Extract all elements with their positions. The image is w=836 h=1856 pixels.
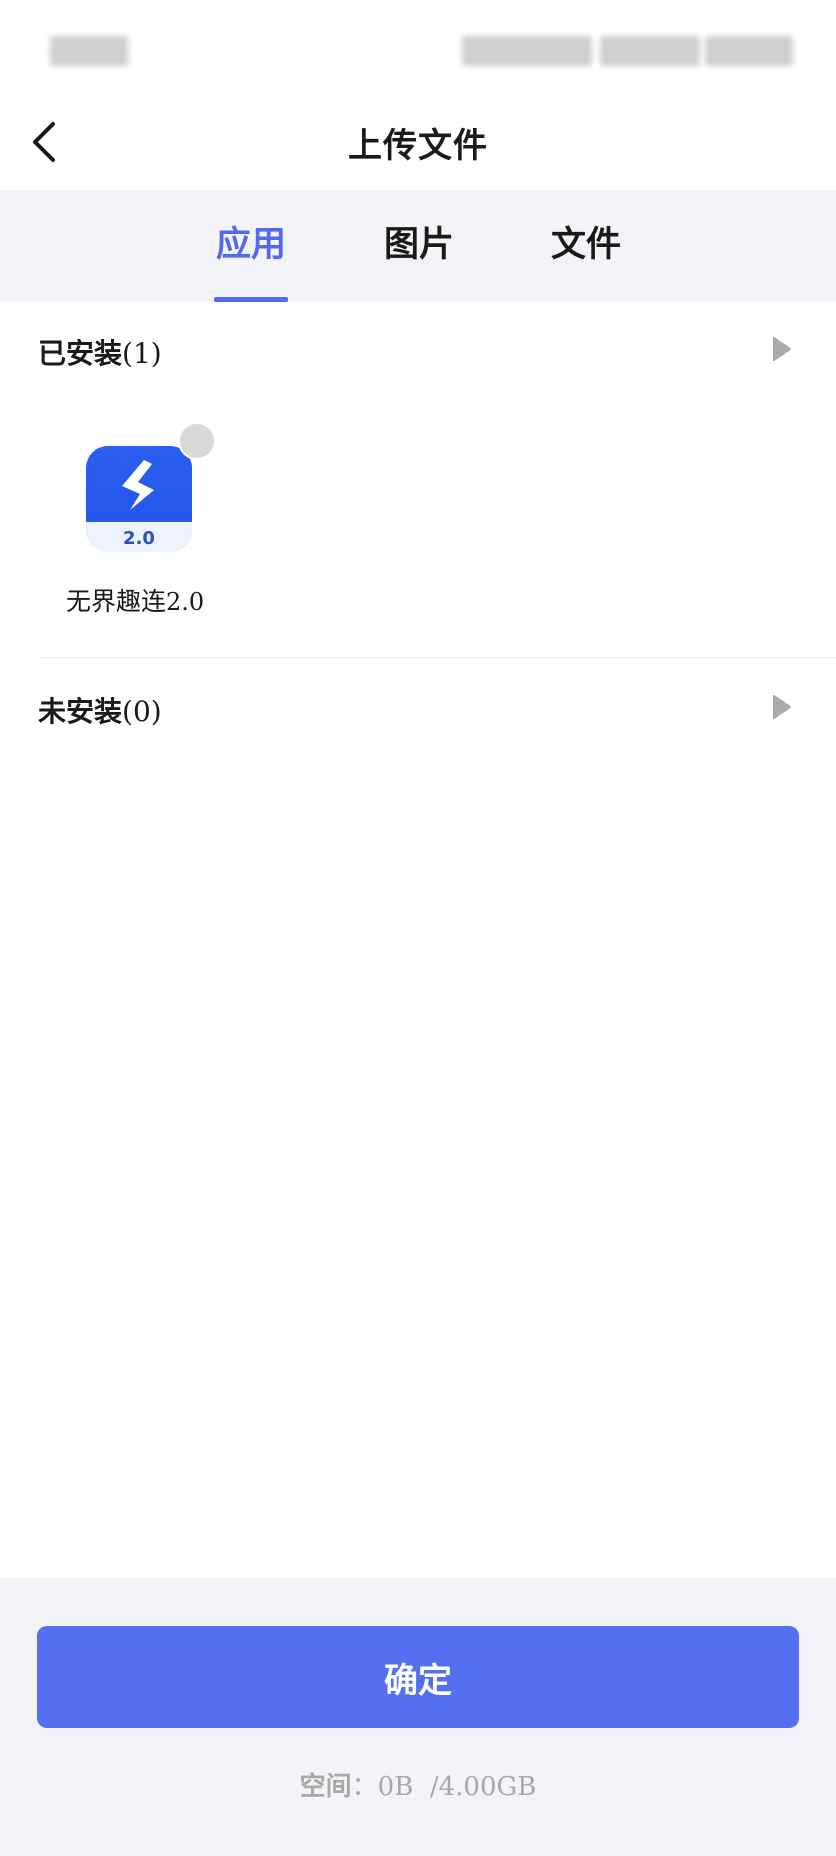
- tab-apps-label: 应用: [215, 225, 286, 265]
- app-icon-version-text: 2.0: [123, 528, 155, 549]
- triangle-right-icon: [773, 695, 791, 719]
- storage-label: 空间: [299, 1772, 352, 1802]
- tab-files-label: 文件: [550, 225, 621, 265]
- status-indicators-blurred: [462, 36, 592, 66]
- status-bar: [0, 0, 836, 100]
- status-network-blurred: [600, 36, 700, 66]
- installed-section-header[interactable]: 已安装(1): [0, 302, 836, 392]
- header: 上传文件: [0, 100, 836, 190]
- tab-bar: 应用 图片 文件: [0, 190, 836, 302]
- app-name-main: 无界趣连: [66, 587, 167, 616]
- uninstalled-count: (0): [122, 695, 162, 728]
- upload-file-page: 上传文件 应用 图片 文件 已安装(1) 2.0 无界趣连2.0 未安装(0) …: [0, 0, 836, 1856]
- storage-separator: ：: [351, 1772, 378, 1802]
- uninstalled-section-title: 未安装(0): [38, 690, 162, 730]
- page-title: 上传文件: [348, 126, 488, 166]
- storage-info: 空间：0B /4.00GB: [0, 1766, 836, 1803]
- installed-count: (1): [122, 337, 162, 370]
- bottom-action-area: 确定 空间：0B /4.00GB: [0, 1578, 836, 1856]
- triangle-right-icon: [773, 337, 791, 361]
- uninstalled-title: 未安装: [38, 695, 123, 728]
- tab-images[interactable]: 图片: [382, 216, 456, 302]
- confirm-button[interactable]: 确定: [37, 1626, 799, 1728]
- app-name: 无界趣连2.0: [66, 582, 286, 618]
- storage-total: /4.00GB: [429, 1772, 537, 1802]
- app-item[interactable]: 2.0 无界趣连2.0: [60, 420, 220, 620]
- app-name-version: 2.0: [166, 588, 205, 616]
- tab-images-label: 图片: [383, 225, 454, 265]
- section-divider: [38, 657, 836, 658]
- installed-section-title: 已安装(1): [38, 332, 162, 372]
- storage-used: 0B: [377, 1772, 414, 1802]
- app-icon-wujiequlian: 2.0: [86, 446, 192, 552]
- installed-title: 已安装: [38, 337, 123, 370]
- tab-files[interactable]: 文件: [549, 216, 623, 302]
- select-app-checkbox[interactable]: [178, 422, 216, 460]
- lightning-logo-icon: 2.0: [86, 460, 192, 552]
- status-battery-blurred: [705, 36, 793, 66]
- status-time-blurred: [50, 36, 128, 66]
- uninstalled-section-header[interactable]: 未安装(0): [0, 660, 836, 750]
- tab-apps[interactable]: 应用: [214, 216, 288, 302]
